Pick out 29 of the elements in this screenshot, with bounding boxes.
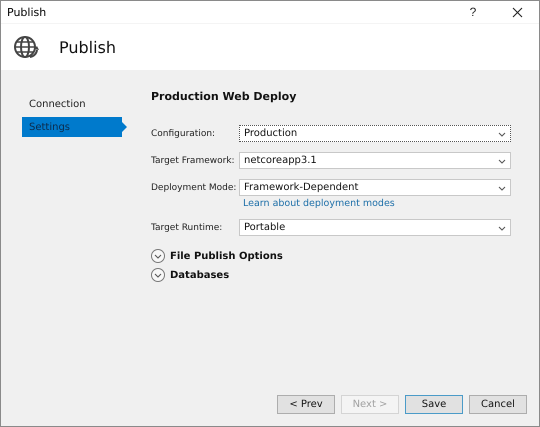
section-label: Databases xyxy=(170,270,230,280)
field-label: Target Runtime: xyxy=(151,222,224,232)
chevron-icon xyxy=(498,158,506,164)
deployment-modes-link[interactable]: Learn about deployment modes xyxy=(239,196,511,209)
dropdown[interactable]: Portable xyxy=(239,219,511,236)
page-title: Publish xyxy=(59,38,116,56)
chevron-icon xyxy=(154,272,162,278)
field-label: Target Framework: xyxy=(151,156,236,166)
chevron-icon xyxy=(154,253,162,259)
dropdown[interactable]: netcoreapp3.1 xyxy=(239,152,511,169)
dropdown[interactable]: Production xyxy=(239,125,511,142)
expand-button[interactable] xyxy=(151,268,165,282)
dialog-button[interactable]: < Prev xyxy=(277,395,335,414)
expand-button[interactable] xyxy=(151,249,165,263)
chevron-icon xyxy=(498,184,506,190)
chevron-icon xyxy=(498,130,506,136)
field-label: Deployment Mode: xyxy=(151,182,238,192)
dropdown[interactable]: Framework-Dependent xyxy=(239,179,511,196)
close-icon xyxy=(512,6,522,18)
dialog-button[interactable]: Save xyxy=(405,395,463,414)
dialog-button[interactable]: Cancel xyxy=(469,395,527,414)
section-label: File Publish Options xyxy=(170,250,283,262)
globe-icon xyxy=(13,34,39,60)
window-title: Publish xyxy=(7,6,48,18)
sidebar-item[interactable]: Connection xyxy=(22,94,127,114)
chevron-icon xyxy=(498,224,506,230)
help-button[interactable]: ? xyxy=(451,1,495,23)
field-label: Configuration: xyxy=(151,128,216,138)
section-heading: Production Web Deploy xyxy=(151,90,298,103)
